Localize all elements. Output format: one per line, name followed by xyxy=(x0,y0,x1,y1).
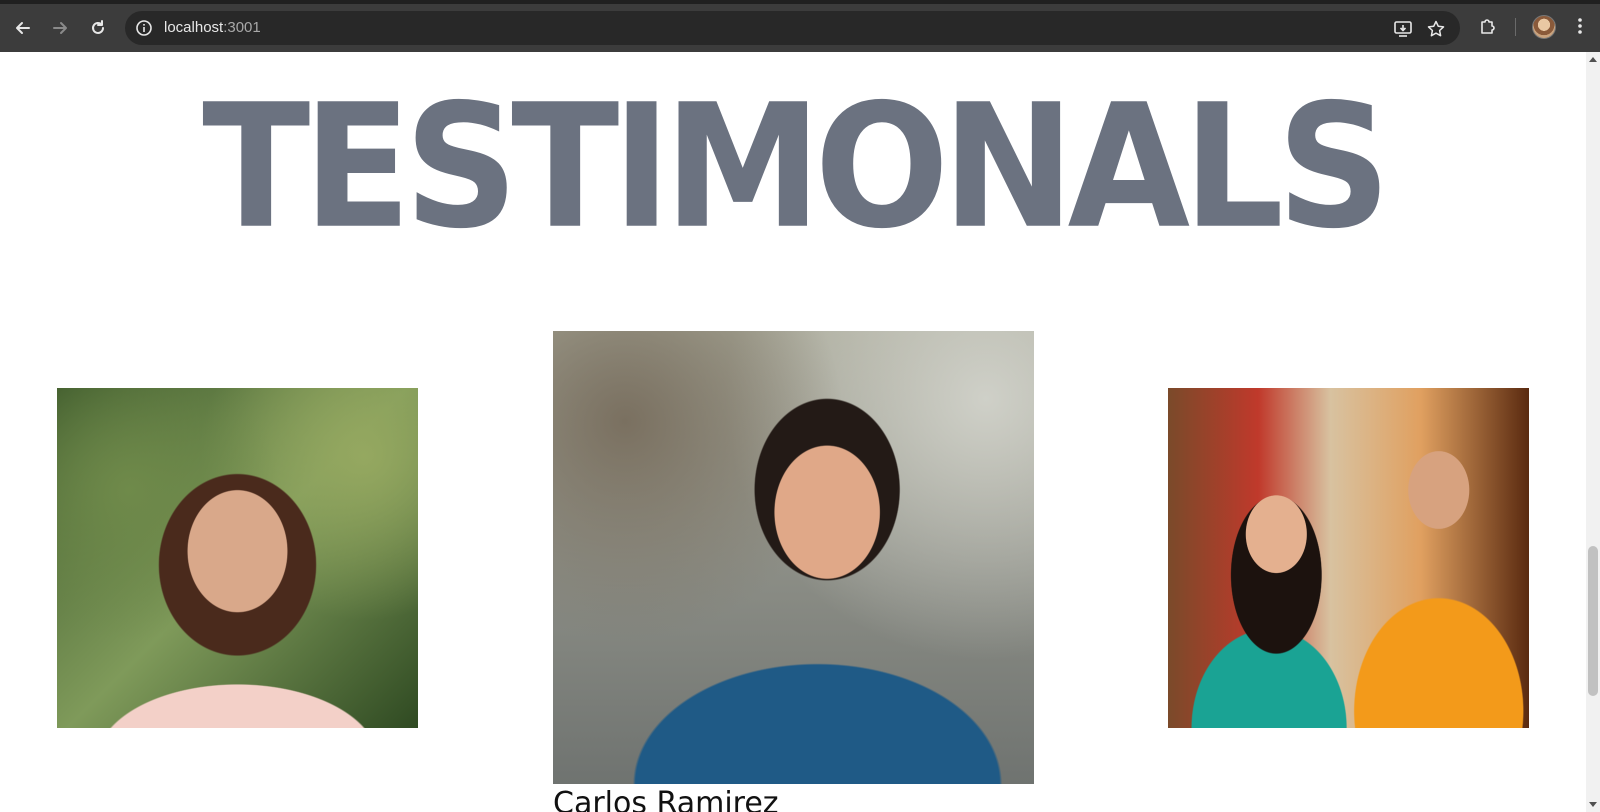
testimonial-photo-left[interactable] xyxy=(57,388,418,728)
page-viewport: TESTIMONALS Carlos Ramirez xyxy=(0,52,1586,812)
forward-button[interactable] xyxy=(46,14,74,42)
url-port: :3001 xyxy=(223,19,261,36)
testimonial-author-name: Carlos Ramirez xyxy=(553,786,779,812)
arrow-right-icon xyxy=(53,22,67,34)
scroll-up-arrow-icon[interactable] xyxy=(1589,57,1597,62)
tab-strip-edge xyxy=(0,0,1600,4)
back-button[interactable] xyxy=(9,14,37,42)
install-app-icon[interactable] xyxy=(1393,19,1413,39)
arrow-left-icon xyxy=(16,22,30,34)
testimonial-photo-center[interactable] xyxy=(553,331,1034,784)
star-icon[interactable] xyxy=(1426,19,1446,39)
testimonial-photo-right[interactable] xyxy=(1168,388,1529,728)
browser-toolbar: localhost:3001 xyxy=(0,0,1600,52)
browser-menu-button[interactable] xyxy=(1568,14,1592,38)
scroll-down-arrow-icon[interactable] xyxy=(1589,802,1597,807)
extensions-button[interactable] xyxy=(1476,14,1500,38)
reload-button[interactable] xyxy=(84,14,112,42)
reload-icon xyxy=(92,20,104,34)
toolbar-separator xyxy=(1515,18,1516,36)
kebab-menu-icon xyxy=(1578,18,1582,34)
address-bar[interactable]: localhost:3001 xyxy=(125,11,1460,45)
puzzle-icon xyxy=(1481,19,1495,34)
url-text[interactable]: localhost:3001 xyxy=(164,19,261,37)
url-host: localhost xyxy=(164,19,224,36)
info-icon[interactable] xyxy=(135,19,153,37)
avatar[interactable] xyxy=(1532,15,1556,39)
page-title: TESTIMONALS xyxy=(202,67,1391,267)
vertical-scrollbar[interactable] xyxy=(1586,52,1600,812)
scrollbar-thumb[interactable] xyxy=(1588,546,1598,696)
